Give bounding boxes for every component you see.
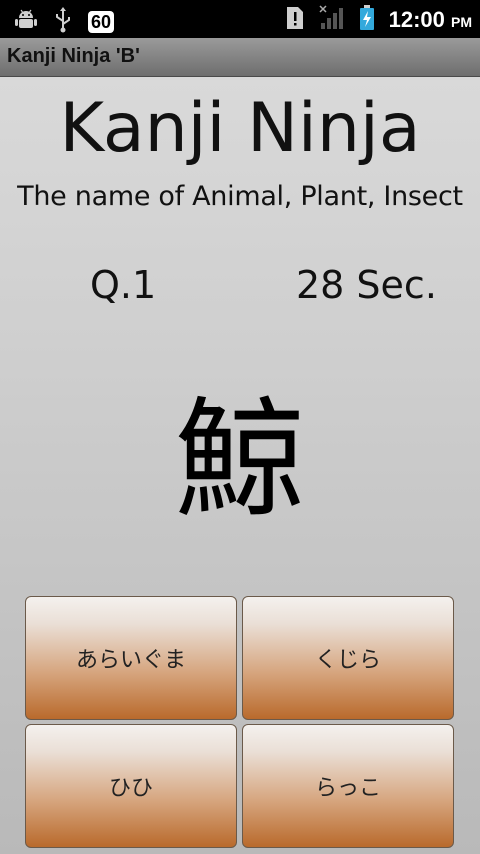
countdown-timer: 28 Sec. [296, 263, 437, 307]
clock: 12:00 PM [389, 7, 472, 33]
answer-button-3[interactable]: ひひ [25, 724, 237, 848]
title-bar: Kanji Ninja 'B' [0, 38, 480, 77]
app-title: Kanji Ninja [59, 89, 421, 168]
android-debug-icon [14, 8, 38, 36]
question-number: Q.1 [90, 263, 157, 307]
category-subtitle: The name of Animal, Plant, Insect [17, 181, 463, 212]
status-bar: 60 12:00 PM [0, 0, 480, 38]
signal-icon [319, 5, 345, 35]
alert-icon [285, 6, 305, 34]
usb-icon [54, 7, 72, 37]
kanji-question: 鯨 [174, 384, 305, 536]
window-title: Kanji Ninja 'B' [7, 45, 140, 67]
clock-time: 12:00 [388, 7, 445, 32]
answer-button-2[interactable]: くじら [242, 596, 454, 720]
answer-button-4[interactable]: らっこ [242, 724, 454, 848]
battery-charging-icon [359, 5, 375, 35]
notification-count-badge: 60 [88, 11, 115, 33]
answer-button-1[interactable]: あらいぐま [25, 596, 237, 720]
clock-ampm: PM [451, 14, 472, 30]
